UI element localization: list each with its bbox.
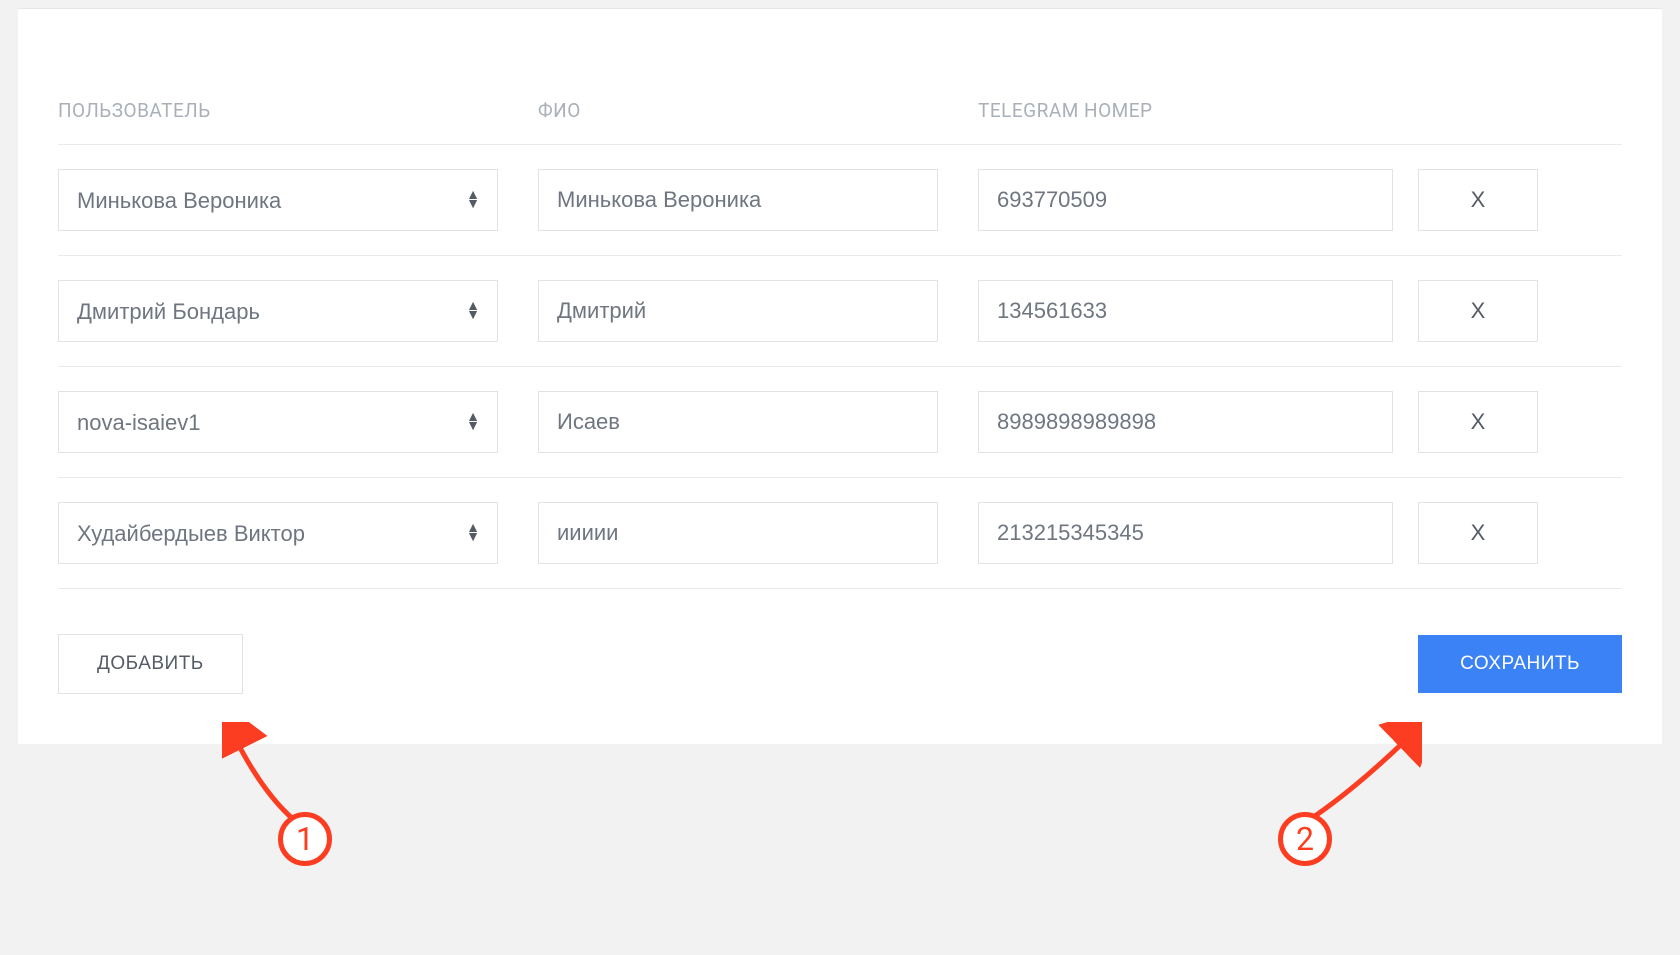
- table-row: Дмитрий Бондарь ▲▼ X: [58, 256, 1622, 367]
- delete-button[interactable]: X: [1418, 169, 1538, 231]
- table-header-row: ПОЛЬЗОВАТЕЛЬ ФИО TELEGRAM НОМЕР: [58, 99, 1622, 145]
- header-user-label: ПОЛЬЗОВАТЕЛЬ: [58, 99, 211, 122]
- header-telegram-label: TELEGRAM НОМЕР: [978, 99, 1153, 122]
- user-table-card: ПОЛЬЗОВАТЕЛЬ ФИО TELEGRAM НОМЕР Минькова…: [18, 8, 1662, 744]
- delete-button[interactable]: X: [1418, 502, 1538, 564]
- add-button[interactable]: ДОБАВИТЬ: [58, 634, 243, 694]
- table-row: Минькова Вероника ▲▼ X: [58, 145, 1622, 256]
- annotation-badge: 1: [278, 812, 332, 866]
- table-row: nova-isaiev1 ▲▼ X: [58, 367, 1622, 478]
- fio-input[interactable]: [538, 391, 938, 453]
- table-row: Худайбердыев Виктор ▲▼ X: [58, 478, 1622, 589]
- save-button[interactable]: СОХРАНИТЬ: [1418, 635, 1622, 693]
- telegram-input[interactable]: [978, 169, 1393, 231]
- fio-input[interactable]: [538, 169, 938, 231]
- annotation-badge: 2: [1278, 812, 1332, 866]
- telegram-input[interactable]: [978, 280, 1393, 342]
- action-bar: ДОБАВИТЬ СОХРАНИТЬ: [58, 589, 1622, 694]
- user-select[interactable]: Худайбердыев Виктор: [58, 502, 498, 564]
- fio-input[interactable]: [538, 502, 938, 564]
- header-fio-label: ФИО: [538, 99, 581, 122]
- user-select[interactable]: Дмитрий Бондарь: [58, 280, 498, 342]
- delete-button[interactable]: X: [1418, 391, 1538, 453]
- telegram-input[interactable]: [978, 502, 1393, 564]
- fio-input[interactable]: [538, 280, 938, 342]
- delete-button[interactable]: X: [1418, 280, 1538, 342]
- telegram-input[interactable]: [978, 391, 1393, 453]
- user-select[interactable]: Минькова Вероника: [58, 169, 498, 231]
- user-select[interactable]: nova-isaiev1: [58, 391, 498, 453]
